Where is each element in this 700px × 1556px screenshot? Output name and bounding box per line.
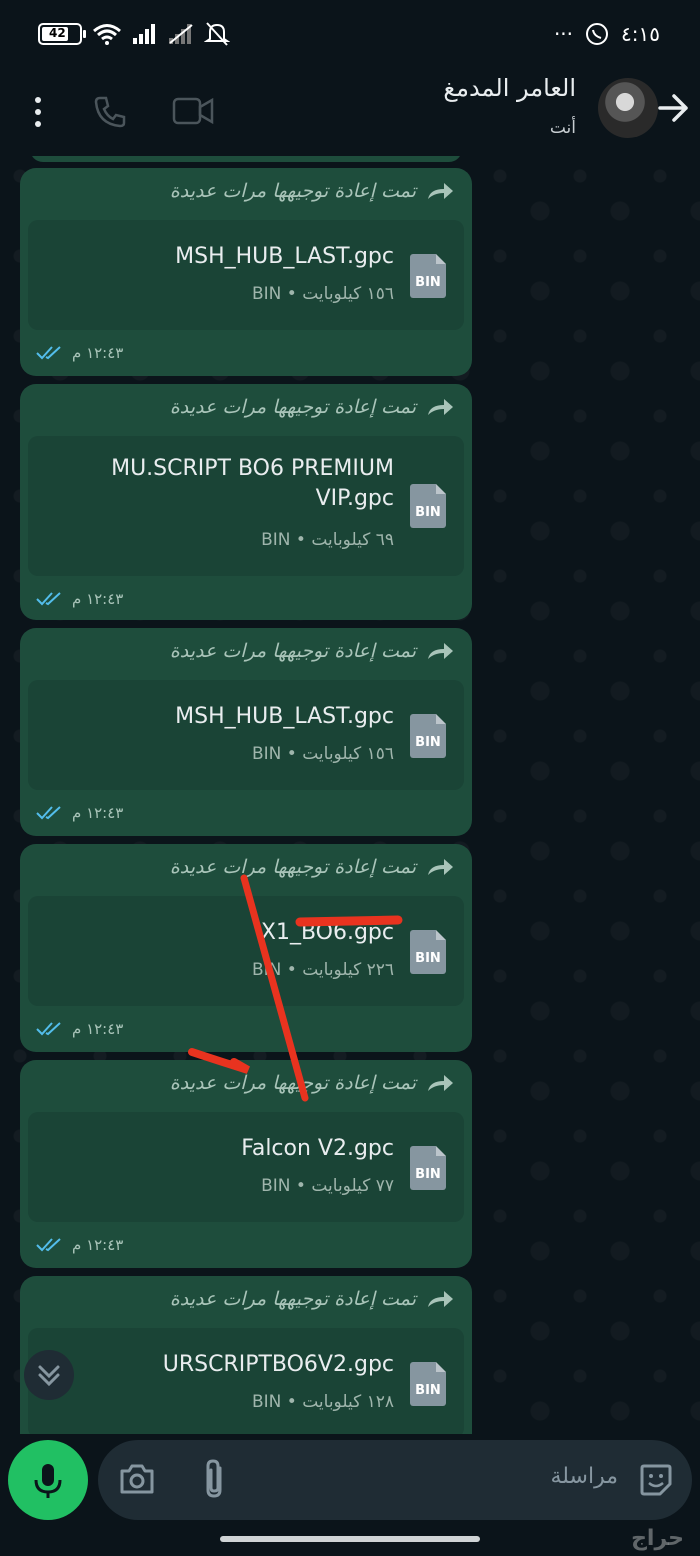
message-bubble[interactable]: تمت إعادة توجيهها مرات عديدة BIN MU.SCRI… <box>20 384 472 620</box>
message-bubble[interactable]: تمت إعادة توجيهها مرات عديدة BIN MSH_HUB… <box>20 168 472 376</box>
wifi-icon <box>93 24 121 45</box>
forwarded-label: تمت إعادة توجيهها مرات عديدة <box>170 180 454 202</box>
contact-subtitle[interactable]: أنت <box>550 118 576 138</box>
clock: ٤:١٥ <box>621 22 660 46</box>
read-ticks-icon <box>36 592 61 606</box>
document-card[interactable]: BIN URSCRIPTBO6V2.gpc ١٢٨ كيلوبايت • BIN <box>28 1328 464 1434</box>
double-chevron-down-icon <box>38 1365 60 1387</box>
forwarded-text: تمت إعادة توجيهها مرات عديدة <box>169 856 416 878</box>
forward-icon <box>428 1075 453 1091</box>
status-icons-left: 42 <box>38 22 230 46</box>
document-card[interactable]: BIN MSH_HUB_LAST.gpc ١٥٦ كيلوبايت • BIN <box>28 220 464 330</box>
file-meta: ٢٢٦ كيلوبايت • BIN <box>251 960 394 980</box>
video-call-icon[interactable] <box>172 96 214 126</box>
forwarded-text: تمت إعادة توجيهها مرات عديدة <box>169 1072 416 1094</box>
bin-file-icon: BIN <box>410 1362 446 1406</box>
voice-call-icon[interactable] <box>92 94 128 130</box>
file-meta: ٦٩ كيلوبايت • BIN <box>261 530 394 550</box>
message-input[interactable]: مراسلة <box>98 1440 692 1520</box>
file-meta: ١٢٨ كيلوبايت • BIN <box>251 1392 394 1412</box>
forward-icon <box>428 399 453 415</box>
bin-file-icon: BIN <box>410 1146 446 1190</box>
chat-header: العامر المدمغ أنت <box>0 68 700 156</box>
read-ticks-icon <box>36 806 61 820</box>
read-ticks-icon <box>36 1022 61 1036</box>
forwarded-label: تمت إعادة توجيهها مرات عديدة <box>170 1072 454 1094</box>
forwarded-label: تمت إعادة توجيهها مرات عديدة <box>170 1288 454 1310</box>
message-time: ١٢:٤٣ م <box>36 1236 123 1254</box>
microphone-button[interactable] <box>8 1440 88 1520</box>
forward-icon <box>428 183 453 199</box>
read-ticks-icon <box>36 1238 61 1252</box>
message-bubble[interactable]: تمت إعادة توجيهها مرات عديدة BIN MSH_HUB… <box>20 628 472 836</box>
message-input-bar: مراسلة حراج <box>0 1434 700 1556</box>
message-time: ١٢:٤٣ م <box>36 590 123 608</box>
sticker-icon[interactable] <box>638 1462 674 1498</box>
forward-icon <box>428 1291 453 1307</box>
forwarded-text: تمت إعادة توجيهها مرات عديدة <box>169 1288 416 1310</box>
forwarded-text: تمت إعادة توجيهها مرات عديدة <box>169 180 416 202</box>
bin-file-icon: BIN <box>410 714 446 758</box>
camera-icon[interactable] <box>118 1462 156 1496</box>
document-card[interactable]: BIN MU.SCRIPT BO6 PREMIUM VIP.gpc ٦٩ كيل… <box>28 436 464 576</box>
overflow-dots: ··· <box>553 22 574 46</box>
file-name: Falcon V2.gpc <box>241 1136 394 1161</box>
message-bubble[interactable]: تمت إعادة توجيهها مرات عديدة BIN Falcon … <box>20 1060 472 1268</box>
document-card[interactable]: BIN X1_BO6.gpc ٢٢٦ كيلوبايت • BIN <box>28 896 464 1006</box>
file-name: MSH_HUB_LAST.gpc <box>175 704 394 729</box>
document-card[interactable]: BIN MSH_HUB_LAST.gpc ١٥٦ كيلوبايت • BIN <box>28 680 464 790</box>
message-time: ١٢:٤٣ م <box>36 344 123 362</box>
previous-message-edge <box>30 156 462 162</box>
bin-file-icon: BIN <box>410 930 446 974</box>
contact-name[interactable]: العامر المدمغ <box>443 74 576 102</box>
file-name: URSCRIPTBO6V2.gpc <box>162 1352 394 1377</box>
file-name: X1_BO6.gpc <box>260 920 394 945</box>
forwarded-text: تمت إعادة توجيهها مرات عديدة <box>169 640 416 662</box>
status-icons-right: ··· ٤:١٥ <box>554 22 660 46</box>
message-time: ١٢:٤٣ م <box>36 1020 123 1038</box>
message-bubble[interactable]: تمت إعادة توجيهها مرات عديدة BIN X1_BO6.… <box>20 844 472 1052</box>
signal-no-service-icon <box>169 24 193 44</box>
mute-notifications-icon <box>204 22 230 46</box>
back-arrow-icon[interactable] <box>656 88 690 128</box>
microphone-icon <box>34 1464 62 1498</box>
bin-file-icon: BIN <box>410 484 446 528</box>
file-meta: ١٥٦ كيلوبايت • BIN <box>251 284 394 304</box>
signal-icon <box>133 24 155 44</box>
file-meta: ٧٧ كيلوبايت • BIN <box>261 1176 394 1196</box>
message-bubble[interactable]: تمت إعادة توجيهها مرات عديدة BIN URSCRIP… <box>20 1276 472 1434</box>
home-indicator <box>220 1536 480 1542</box>
bin-file-icon: BIN <box>410 254 446 298</box>
file-meta: ١٥٦ كيلوبايت • BIN <box>251 744 394 764</box>
forwarded-label: تمت إعادة توجيهها مرات عديدة <box>170 396 454 418</box>
file-name: MSH_HUB_LAST.gpc <box>175 244 394 269</box>
input-placeholder: مراسلة <box>550 1464 618 1489</box>
document-card[interactable]: BIN Falcon V2.gpc ٧٧ كيلوبايت • BIN <box>28 1112 464 1222</box>
status-bar: 42 ··· ٤:١٥ <box>0 0 700 68</box>
read-ticks-icon <box>36 346 61 360</box>
whatsapp-notification-icon <box>586 23 609 45</box>
more-options-icon[interactable] <box>30 96 46 128</box>
attachment-icon[interactable] <box>202 1458 228 1500</box>
forwarded-label: تمت إعادة توجيهها مرات عديدة <box>170 640 454 662</box>
battery-level: 42 <box>49 26 66 40</box>
forward-icon <box>428 859 453 875</box>
forwarded-label: تمت إعادة توجيهها مرات عديدة <box>170 856 454 878</box>
battery-icon: 42 <box>38 23 86 45</box>
forwarded-text: تمت إعادة توجيهها مرات عديدة <box>169 396 416 418</box>
scroll-to-bottom-button[interactable] <box>24 1350 74 1400</box>
message-time: ١٢:٤٣ م <box>36 804 123 822</box>
watermark-logo: حراج <box>631 1526 684 1551</box>
avatar[interactable] <box>598 78 658 138</box>
chat-area[interactable]: تمت إعادة توجيهها مرات عديدة BIN MSH_HUB… <box>0 156 700 1434</box>
forward-icon <box>428 643 453 659</box>
file-name: MU.SCRIPT BO6 PREMIUM VIP.gpc <box>111 456 394 511</box>
